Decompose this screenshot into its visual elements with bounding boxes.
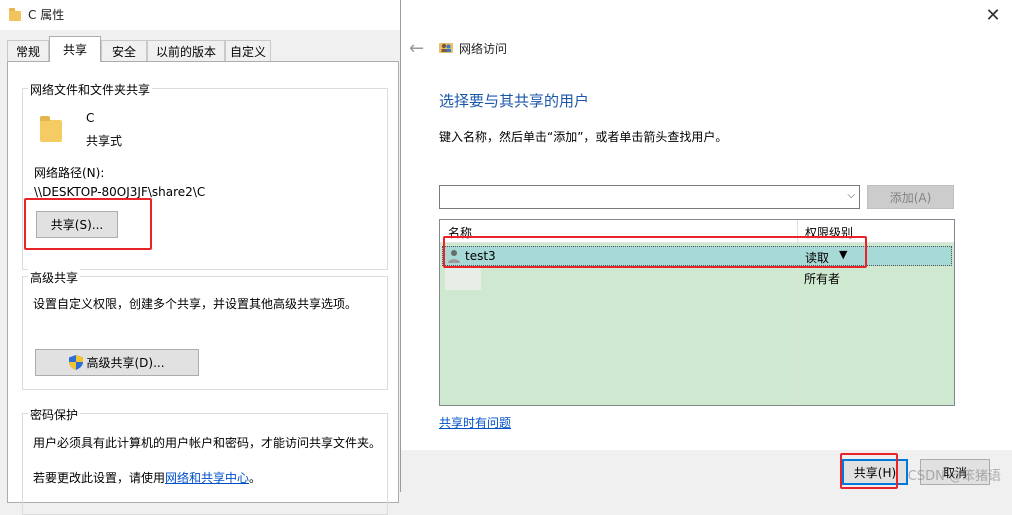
network-path-label: 网络路径(N):: [34, 166, 105, 180]
add-button-label: 添加(A): [889, 190, 932, 205]
network-users-icon: [439, 43, 453, 53]
back-arrow-icon[interactable]: ←: [409, 38, 424, 59]
properties-titlebar: C 属性: [0, 0, 400, 30]
close-icon[interactable]: ✕: [985, 7, 1001, 25]
network-sharing-center-link[interactable]: 网络和共享中心: [165, 471, 249, 485]
properties-window: C 属性 常规 共享 安全 以前的版本 自定义 网络文件和文件夹共享 C 共享式…: [0, 0, 400, 515]
password-description: 用户必须具有此计算机的用户帐户和密码，才能访问共享文件夹。: [33, 436, 382, 450]
watermark-text: CSDN @笨猪语: [907, 469, 1001, 484]
column-header-permission[interactable]: 权限级别: [805, 224, 853, 241]
tab-sharing[interactable]: 共享: [49, 36, 101, 62]
folder-icon: [40, 116, 62, 142]
folder-name: C: [86, 111, 95, 125]
share-status: 共享式: [86, 134, 123, 148]
share-button-label: 共享(H): [853, 465, 897, 480]
table-row[interactable]: 所有者: [442, 268, 952, 290]
group-label-advanced-share: 高级共享: [28, 269, 81, 286]
row-permission: 所有者: [804, 272, 841, 286]
shield-icon: [69, 355, 84, 370]
list-header: 名称 权限级别: [440, 220, 954, 243]
advanced-share-description: 设置自定义权限，创建多个共享，并设置其他高级共享选项。: [33, 297, 358, 311]
advanced-share-button[interactable]: 高级共享(D)...: [35, 349, 199, 376]
network-access-dialog: ✕ ← 网络访问 选择要与其共享的用户 键入名称，然后单击“添加”，或者单击箭头…: [400, 0, 1012, 492]
dialog-title: 网络访问: [459, 42, 508, 56]
share-button[interactable]: 共享(S)...: [36, 211, 118, 238]
share-button-label: 共享(S)...: [50, 218, 104, 232]
table-row-selected[interactable]: test3 读取 ▼: [442, 246, 952, 266]
network-path-value: \\DESKTOP-80OJ3JF\share2\C: [34, 185, 206, 199]
window-title: C 属性: [28, 8, 65, 22]
chevron-down-icon[interactable]: ⌵: [847, 190, 855, 201]
instructions-text: 键入名称，然后单击“添加”，或者单击箭头查找用户。: [439, 130, 728, 144]
group-label-network-share: 网络文件和文件夹共享: [28, 81, 153, 98]
sharing-help-link[interactable]: 共享时有问题: [439, 414, 511, 431]
permission-dropdown-arrow-icon[interactable]: ▼: [839, 248, 847, 261]
change-setting-text: 若要更改此设置，请使用网络和共享中心。: [33, 469, 261, 486]
tab-customize[interactable]: 自定义: [225, 40, 271, 61]
main-heading: 选择要与其共享的用户: [439, 92, 590, 110]
tab-security[interactable]: 安全: [101, 40, 147, 61]
row-user-name: test3: [465, 249, 496, 263]
tab-label: 共享: [62, 43, 87, 57]
group-label-password: 密码保护: [28, 406, 81, 423]
tab-label: 自定义: [229, 44, 266, 59]
tab-strip: 常规 共享 安全 以前的版本 自定义: [0, 36, 400, 62]
folder-icon: [9, 8, 21, 21]
column-header-name[interactable]: 名称: [448, 224, 472, 241]
tab-label: 常规: [15, 44, 40, 59]
change-setting-suffix: 。: [249, 471, 262, 485]
tab-previous-versions[interactable]: 以前的版本: [147, 40, 225, 61]
add-button[interactable]: 添加(A): [867, 185, 954, 209]
blurred-user-icon: [445, 268, 481, 290]
password-protection-group: [22, 413, 388, 515]
user-icon: [448, 250, 460, 263]
user-permission-list[interactable]: 名称 权限级别 test3 读取 ▼ 所有者: [439, 219, 955, 406]
sharing-tab-pane: 网络文件和文件夹共享 C 共享式 网络路径(N): \\DESKTOP-80OJ…: [7, 61, 399, 515]
advanced-share-button-label: 高级共享(D)...: [86, 356, 165, 370]
tab-label: 以前的版本: [155, 44, 216, 59]
change-setting-prefix: 若要更改此设置，请使用: [33, 471, 166, 485]
tab-label: 安全: [111, 44, 136, 59]
row-permission[interactable]: 读取: [805, 249, 829, 266]
user-name-combobox[interactable]: ⌵: [439, 185, 860, 209]
share-button[interactable]: 共享(H): [842, 459, 908, 485]
tab-general[interactable]: 常规: [7, 40, 49, 61]
